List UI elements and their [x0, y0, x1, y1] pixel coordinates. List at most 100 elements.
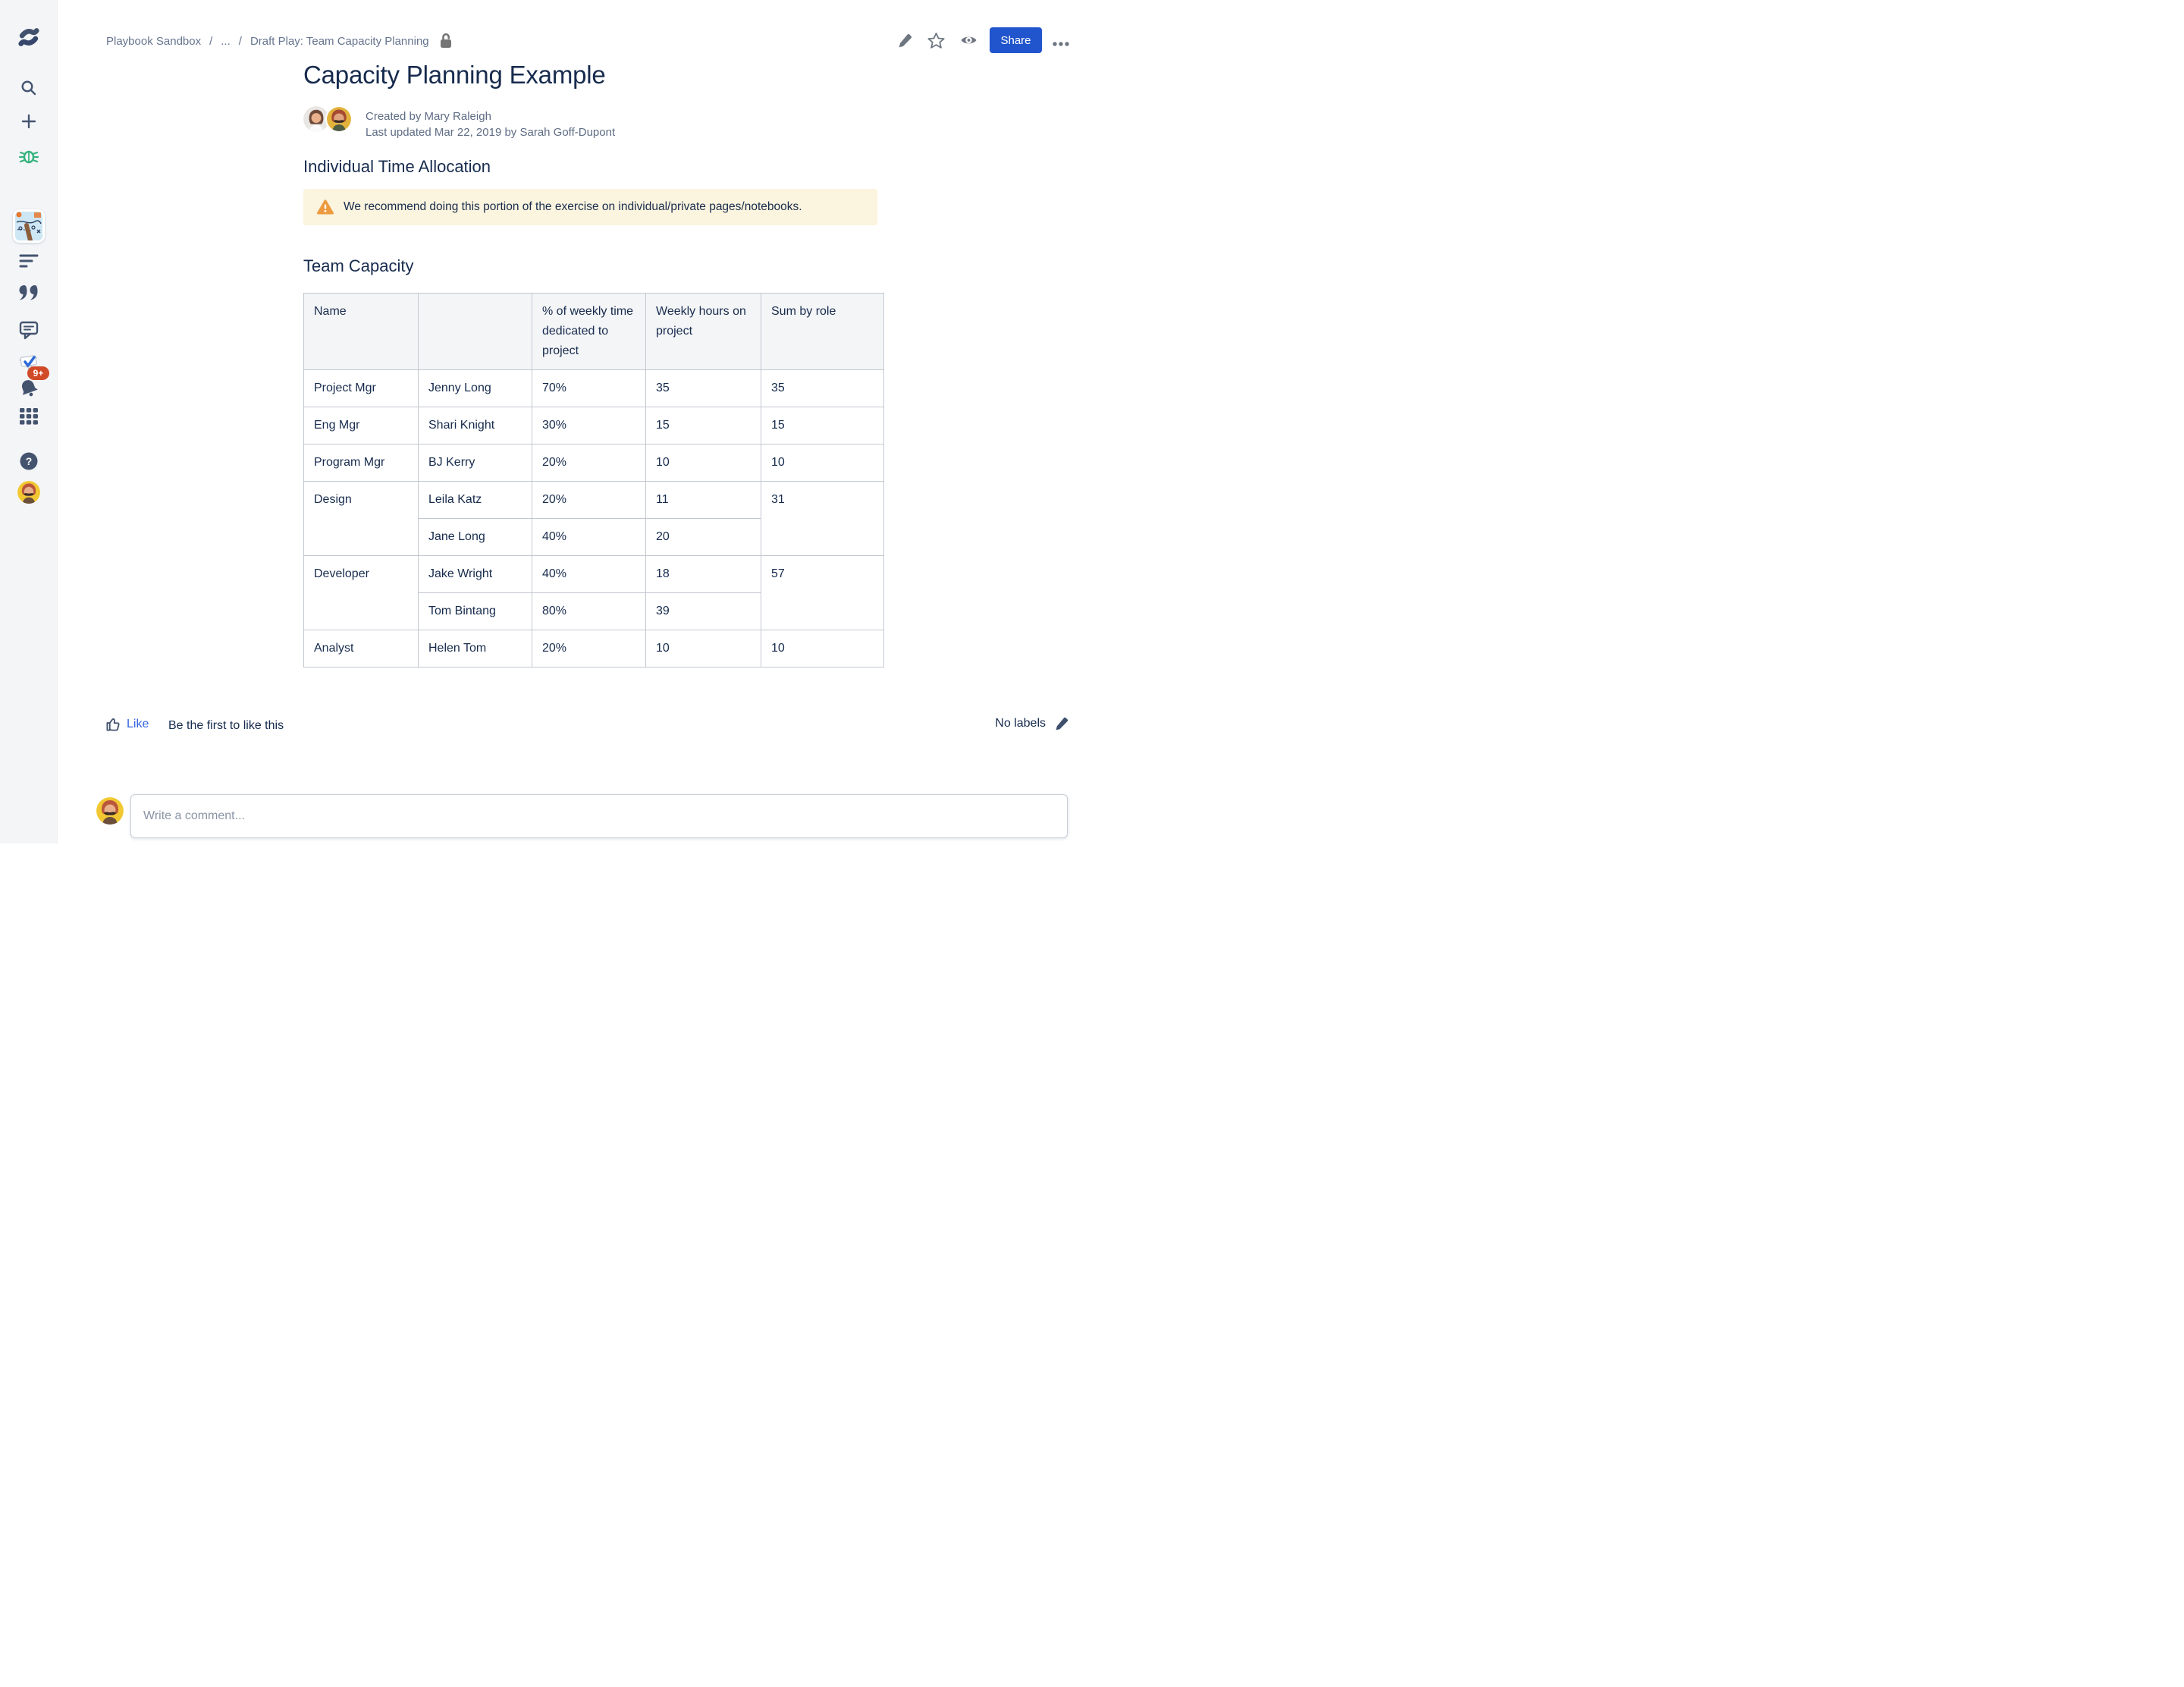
- table-cell: Program Mgr: [304, 445, 419, 482]
- edit-labels-pencil-icon[interactable]: [1054, 716, 1069, 731]
- column-header-person: [419, 294, 532, 370]
- table-row: Developer Jake Wright 40% 18 57: [304, 556, 884, 593]
- table-cell: 10: [761, 445, 884, 482]
- byline: Created by Mary Raleigh Last updated Mar…: [366, 108, 615, 140]
- table-cell: 20%: [532, 445, 646, 482]
- table-cell: Jenny Long: [419, 370, 532, 407]
- like-hint-text: Be the first to like this: [168, 719, 284, 733]
- table-cell: 11: [646, 482, 761, 519]
- table-row: Program Mgr BJ Kerry 20% 10 10: [304, 445, 884, 482]
- section-heading-individual: Individual Time Allocation: [303, 157, 491, 177]
- table-cell: 30%: [532, 407, 646, 445]
- updater-avatar[interactable]: [325, 105, 353, 133]
- team-capacity-table: Name % of weekly time dedicated to proje…: [303, 293, 884, 668]
- table-cell: Developer: [304, 556, 419, 630]
- unlocked-icon: [440, 33, 454, 49]
- app-switcher-icon[interactable]: [20, 408, 38, 425]
- table-row: Eng Mgr Shari Knight 30% 15 15: [304, 407, 884, 445]
- table-header-row: Name % of weekly time dedicated to proje…: [304, 294, 884, 370]
- table-cell: Helen Tom: [419, 630, 532, 668]
- star-icon: [927, 31, 946, 50]
- breadcrumb: Playbook Sandbox / ... / Draft Play: Tea…: [106, 33, 454, 49]
- table-cell: Jake Wright: [419, 556, 532, 593]
- ellipsis-icon: [1053, 42, 1069, 46]
- table-cell: 10: [646, 445, 761, 482]
- notifications-badge: 9+: [27, 366, 49, 380]
- last-updated-text: Last updated Mar 22, 2019 by Sarah Goff-…: [366, 124, 615, 140]
- column-header-name: Name: [304, 294, 419, 370]
- table-cell: Project Mgr: [304, 370, 419, 407]
- warning-icon: [317, 199, 334, 215]
- labels-text: No labels: [995, 717, 1046, 730]
- table-row: Analyst Helen Tom 20% 10 10: [304, 630, 884, 668]
- table-cell: 70%: [532, 370, 646, 407]
- comments-icon[interactable]: [19, 320, 39, 340]
- edit-page-button[interactable]: [897, 33, 913, 51]
- table-cell: 10: [646, 630, 761, 668]
- table-cell: 35: [646, 370, 761, 407]
- comment-box: [130, 794, 1068, 838]
- confluence-logo-icon[interactable]: [17, 26, 41, 49]
- warning-banner: We recommend doing this portion of the e…: [303, 189, 877, 225]
- space-avatar-image: [13, 209, 45, 243]
- table-cell: BJ Kerry: [419, 445, 532, 482]
- like-label: Like: [127, 718, 149, 731]
- favourite-button[interactable]: [927, 31, 946, 52]
- table-cell: Jane Long: [419, 519, 532, 556]
- column-header-percent: % of weekly time dedicated to project: [532, 294, 646, 370]
- current-user-avatar: [96, 797, 124, 825]
- table-cell: 15: [646, 407, 761, 445]
- breadcrumb-item-page[interactable]: Draft Play: Team Capacity Planning: [250, 35, 429, 48]
- search-icon[interactable]: [20, 79, 38, 97]
- created-by-text: Created by Mary Raleigh: [366, 108, 615, 124]
- bug-icon[interactable]: [18, 146, 39, 168]
- comment-input[interactable]: [131, 795, 1067, 837]
- table-cell: 40%: [532, 519, 646, 556]
- breadcrumb-item-space[interactable]: Playbook Sandbox: [106, 35, 201, 48]
- table-cell: 80%: [532, 593, 646, 630]
- page-outline-icon[interactable]: [19, 253, 39, 270]
- app-sidebar: 9+ ?: [0, 0, 58, 844]
- share-button[interactable]: Share: [990, 27, 1042, 53]
- more-actions-button[interactable]: [1053, 37, 1069, 49]
- create-icon[interactable]: [20, 112, 38, 130]
- like-button[interactable]: Like: [105, 716, 149, 732]
- table-cell: Analyst: [304, 630, 419, 668]
- eye-icon: [960, 34, 977, 46]
- section-heading-team: Team Capacity: [303, 256, 414, 276]
- labels-section: No labels: [995, 716, 1069, 731]
- table-cell: 10: [761, 630, 884, 668]
- pencil-icon: [897, 33, 913, 49]
- warning-text: We recommend doing this portion of the e…: [344, 200, 802, 214]
- table-cell: 20%: [532, 482, 646, 519]
- table-cell: 35: [761, 370, 884, 407]
- table-row: Project Mgr Jenny Long 70% 35 35: [304, 370, 884, 407]
- table-cell: 20%: [532, 630, 646, 668]
- watch-button[interactable]: [960, 34, 977, 49]
- confluence-logo: [17, 26, 41, 49]
- table-cell: 40%: [532, 556, 646, 593]
- table-cell: 57: [761, 556, 884, 630]
- table-cell: 15: [761, 407, 884, 445]
- thumbs-up-icon: [105, 716, 121, 732]
- table-cell: 20: [646, 519, 761, 556]
- table-cell: 18: [646, 556, 761, 593]
- table-cell: Shari Knight: [419, 407, 532, 445]
- profile-avatar[interactable]: [17, 481, 40, 504]
- breadcrumb-item-ellipsis[interactable]: ...: [221, 35, 231, 48]
- svg-text:?: ?: [25, 455, 32, 467]
- page-title: Capacity Planning Example: [303, 61, 606, 90]
- help-icon[interactable]: ?: [19, 451, 39, 471]
- table-cell: Design: [304, 482, 419, 556]
- breadcrumb-separator: /: [239, 35, 242, 48]
- table-cell: Eng Mgr: [304, 407, 419, 445]
- column-header-sum: Sum by role: [761, 294, 884, 370]
- breadcrumb-separator: /: [209, 35, 212, 48]
- space-avatar[interactable]: [13, 209, 45, 243]
- table-cell: 31: [761, 482, 884, 556]
- table-cell: 39: [646, 593, 761, 630]
- table-cell: Leila Katz: [419, 482, 532, 519]
- quote-icon[interactable]: [18, 284, 39, 303]
- notifications-bell-icon[interactable]: [17, 378, 40, 399]
- table-row: Design Leila Katz 20% 11 31: [304, 482, 884, 519]
